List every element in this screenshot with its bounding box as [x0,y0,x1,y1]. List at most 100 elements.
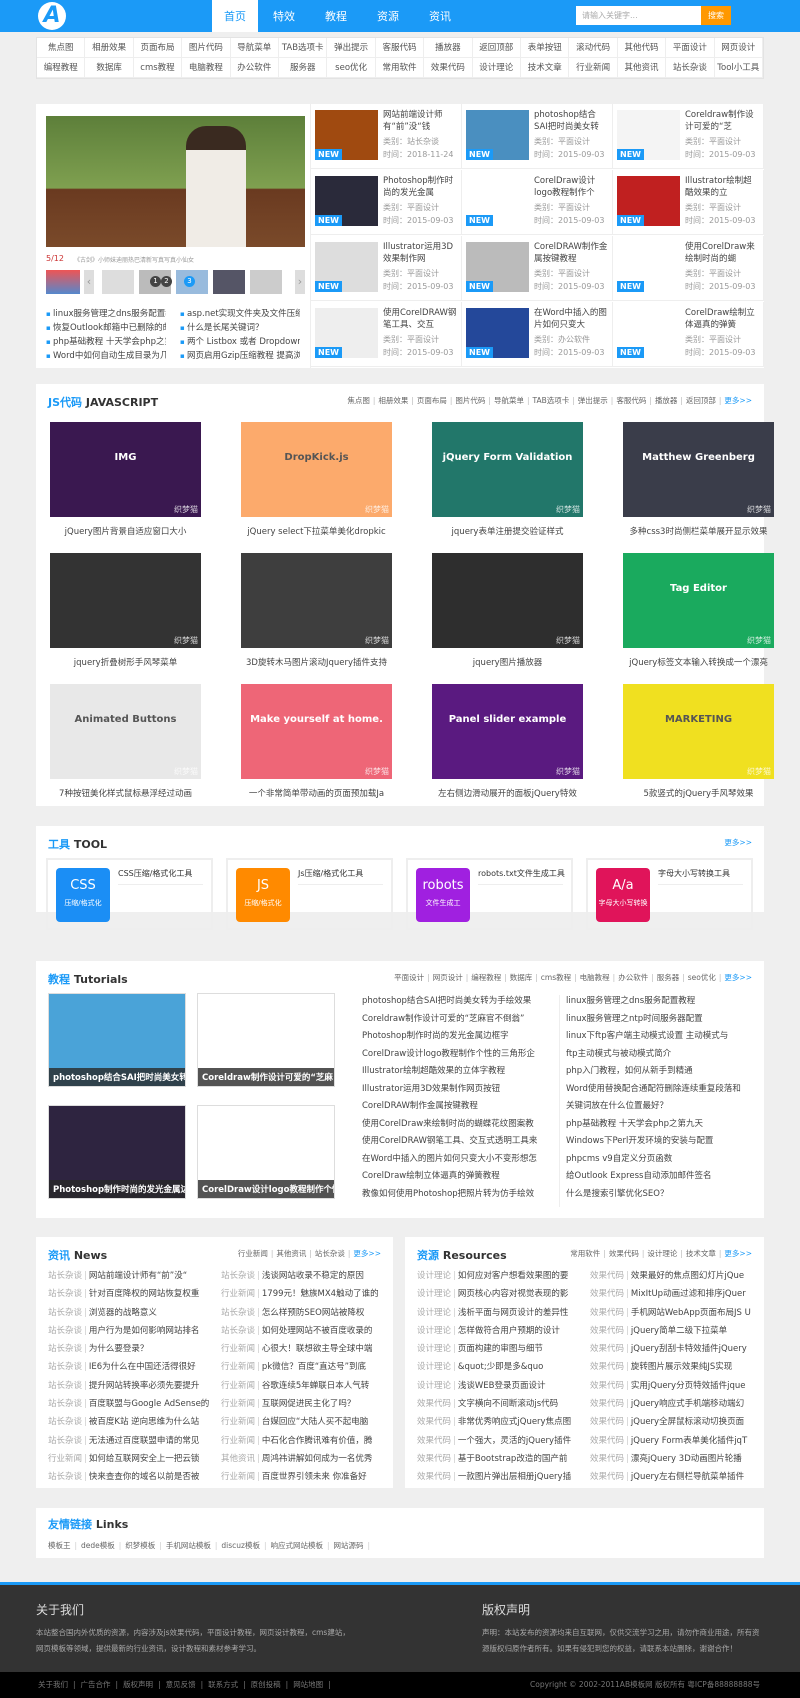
tutorial-image[interactable]: CorelDraw设计logo教程制作个性 [197,1105,335,1199]
friend-link[interactable]: discuz模板 [221,1541,260,1550]
category-link[interactable]: TAB选项卡 [279,38,328,58]
item-title[interactable]: 中石化合作腾讯难有价值，腾 [262,1436,373,1446]
list-item[interactable]: 其他资讯 | 周鸿祎讲解如何成为一名优秀 [221,1450,386,1468]
list-item[interactable]: 站长杂谈 | 如何处理网站不被百度收录的 [221,1322,386,1340]
item-title[interactable]: 被百度K站 逆向思维为什么站 [89,1417,199,1427]
js-effect-title[interactable]: jquery表单注册提交验证样式 [432,525,583,537]
category-link[interactable]: 网页设计 [433,973,463,982]
item-category[interactable]: 行业新闻 [221,1381,255,1391]
item-category[interactable]: 行业新闻 [221,1436,255,1446]
list-item[interactable]: 什么是长尾关键词？ [180,321,300,335]
list-item[interactable]: 两个 Listbox 或者 DropdownLi [180,335,300,349]
category-link[interactable]: 电脑教程 [580,973,610,982]
tool-card[interactable]: CSS 压缩/格式化 CSS压缩/格式化工具 [46,858,213,930]
list-item[interactable]: 行业新闻 | 如何给互联网安全上一把云锁 [48,1450,213,1468]
js-effect-title[interactable]: jquery折叠树形手风琴菜单 [50,656,201,668]
list-item[interactable]: php基础教程 十天学会php之第九天 [566,1116,761,1134]
category-link[interactable]: 站长杂谈 [666,58,715,78]
list-item[interactable]: Word中如何自动生成目录为几十 [46,349,166,363]
list-item[interactable]: 行业新闻 | 谷歌连续5年蝉联日本人气转 [221,1377,386,1395]
item-title[interactable]: 漂亮jQuery 3D动画图片轮播 [631,1454,742,1464]
item-title[interactable]: 提升网站转换率必须先要提升 [89,1381,200,1391]
item-title[interactable]: 基于Bootstrap改造的国产前 [458,1454,567,1464]
item-category[interactable]: 效果代码 [590,1344,624,1354]
category-link[interactable]: 弹出提示 [578,396,608,405]
js-effect-title[interactable]: 左右侧边滑动展开的面板jQuery特效 [432,787,583,799]
category-link[interactable]: 编程教程 [37,58,86,78]
item-title[interactable]: 使用CorelDRAW钢笔工具、交互 [383,307,457,331]
category-link[interactable]: 服务器 [279,58,328,78]
list-item[interactable]: 行业新闻 | 心很大！联想欲主导全球中端 [221,1340,386,1358]
category-link[interactable]: 数据库 [85,58,134,78]
featured-item[interactable]: NEW Coreldraw制作设计可爱的“芝 类别：平面设计 时间：2015-09-0… [613,104,764,169]
item-category[interactable]: 设计理论 [417,1271,451,1281]
list-item[interactable]: 设计理论 | &quot;少即是多&quo [417,1358,582,1376]
item-category[interactable]: 效果代码 [590,1399,624,1409]
js-effect-thumbnail[interactable]: DropKick.js 织梦猫 [241,422,392,517]
tutorial-image[interactable]: Coreldraw制作设计可爱的“芝麻 [197,993,335,1087]
list-item[interactable]: 设计理论 | 网页核心内容对视觉表现的影 [417,1285,582,1303]
item-category[interactable]: 行业新闻 [221,1362,255,1372]
thumbnail[interactable] [46,270,80,294]
js-effect-card[interactable]: Make yourself at home. 织梦猫 一个非常简单带动画的页面预加载… [241,684,392,799]
list-item[interactable]: 站长杂谈 | 浅谈网站收录不稳定的原因 [221,1267,386,1285]
item-title[interactable]: MixItUp动画过滤和排序jQuer [631,1289,746,1299]
item-category[interactable]: 效果代码 [590,1454,624,1464]
list-item[interactable]: photoshop结合SAI把时尚美女转为手绘效果 [362,993,557,1011]
featured-item[interactable]: NEW CorelDraw绘制立体逼真的弹簧 类别：平面设计 时间：2015-09-0… [613,302,764,367]
list-item[interactable]: 行业新闻 | 互联网促进民主化了吗？ [221,1395,386,1413]
tool-icon[interactable]: CSS 压缩/格式化 [56,868,110,922]
featured-item[interactable]: NEW Illustrator绘制超酷效果的立 类别：平面设计 时间：2015-09-… [613,170,764,235]
category-link[interactable]: 常用软件 [570,1249,600,1258]
footer-link[interactable]: 关于我们 [38,1680,68,1689]
list-item[interactable]: Photoshop制作时尚的发光金属边框字 [362,1028,557,1046]
featured-thumbnail[interactable]: NEW [617,308,680,358]
list-item[interactable]: 效果代码 | 文字横向不间断滚动js代码 [417,1395,582,1413]
list-item[interactable]: 效果代码 | 非常优秀响应式jQuery焦点图 [417,1413,582,1431]
list-item[interactable]: phpcms v9自定义分页函数 [566,1151,761,1169]
js-effect-card[interactable]: 织梦猫 3D旋转木马图片滚动Jquery插件支持 [241,553,392,668]
tool-card[interactable]: robots 文件生成工 robots.txt文件生成工具 [406,858,573,930]
js-effect-title[interactable]: 一个非常简单带动画的页面预加载Ja [241,787,392,799]
list-item[interactable]: 什么是搜索引擎优化SEO？ [566,1186,761,1204]
js-effect-title[interactable]: 多种css3时尚侧栏菜单展开显示效果 [623,525,774,537]
item-title[interactable]: 浏览器的战略意义 [89,1308,157,1318]
list-item[interactable]: 效果代码 | 一个强大，灵活的jQuery插件 [417,1432,582,1450]
item-category[interactable]: 站长杂谈 [48,1344,82,1354]
item-title[interactable]: pk微信？百度“直达号”到底 [262,1362,366,1372]
category-link[interactable]: 弹出提示 [327,38,376,58]
item-title[interactable]: jQuery全屏鼠标滚动切换页面 [631,1417,744,1427]
nav-item[interactable]: 资讯 [414,0,466,32]
js-effect-card[interactable]: 织梦猫 jquery折叠树形手风琴菜单 [50,553,201,668]
item-category[interactable]: 效果代码 [590,1362,624,1372]
item-category[interactable]: 站长杂谈 [48,1436,82,1446]
list-item[interactable]: 设计理论 | 浅析平面与网页设计的差异性 [417,1304,582,1322]
item-category[interactable]: 设计理论 [417,1289,451,1299]
item-title[interactable]: Coreldraw制作设计可爱的“芝 [685,109,759,133]
list-item[interactable]: 给Outlook Express自动添加邮件签名 [566,1168,761,1186]
item-title[interactable]: jQuery响应式手机端移动端幻 [631,1399,744,1409]
more-link[interactable]: 更多>> [353,1249,381,1258]
item-category[interactable]: 站长杂谈 [221,1308,255,1318]
featured-item[interactable]: NEW photoshop结合SAI把时尚美女转 类别：平面设计 时间：2015-09… [462,104,613,169]
item-category[interactable]: 行业新闻 [221,1472,255,1482]
item-title[interactable]: 心很大！联想欲主导全球中端 [262,1344,373,1354]
category-link[interactable]: 客服代码 [616,396,646,405]
js-effect-title[interactable]: jquery图片播放器 [432,656,583,668]
js-effect-title[interactable]: jQuery select下拉菜单美化dropkic [241,525,392,537]
nav-item[interactable]: 教程 [310,0,362,32]
friend-link[interactable]: dede模板 [81,1541,115,1550]
category-link[interactable]: 技术文章 [521,58,570,78]
js-effect-title[interactable]: jQuery标签文本输入转换成一个漂亮 [623,656,774,668]
category-link[interactable]: 技术文章 [686,1249,716,1258]
item-title[interactable]: Photoshop制作时尚的发光金属 [383,175,457,199]
featured-thumbnail[interactable]: NEW [315,176,378,226]
js-effect-thumbnail[interactable]: jQuery Form Validation 织梦猫 [432,422,583,517]
item-category[interactable]: 效果代码 [417,1454,451,1464]
list-item[interactable]: 效果代码 | 漂亮jQuery 3D动画图片轮播 [590,1450,755,1468]
item-category[interactable]: 效果代码 [590,1289,624,1299]
list-item[interactable]: 站长杂谈 | 快来查查你的域名以前是否被 [48,1468,213,1486]
item-title[interactable]: 怎样做符合用户预期的设计 [458,1326,560,1336]
category-link[interactable]: 平面设计 [666,38,715,58]
item-category[interactable]: 站长杂谈 [48,1472,82,1482]
